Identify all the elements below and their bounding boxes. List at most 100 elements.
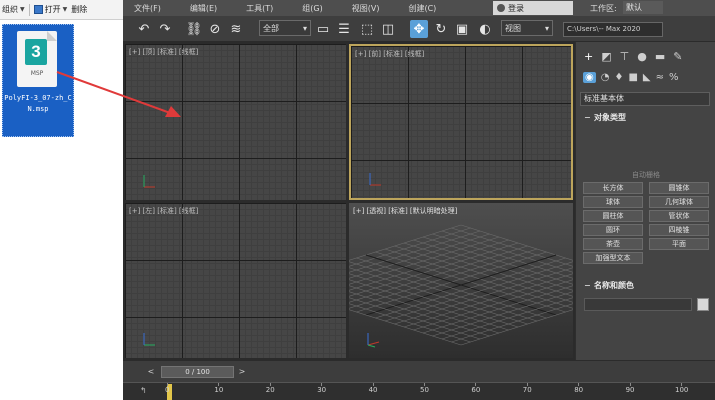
workspace-dropdown[interactable]: 默认: [623, 1, 663, 14]
signin-dropdown[interactable]: 登录: [493, 1, 573, 15]
primitive-buttons: 长方体 圆锥体 球体 几何球体 圆柱体 管状体 圆环 四棱锥 茶壶 平面 加强型…: [583, 182, 709, 264]
undo-icon[interactable]: ↶: [135, 20, 153, 38]
selection-filter-dropdown[interactable]: 全部 ▾: [259, 20, 311, 36]
max-window: 文件(F) 编辑(E) 工具(T) 组(G) 视图(V) 创建(C) 登录 工作…: [123, 0, 715, 400]
next-frame-icon[interactable]: >: [236, 366, 248, 378]
menu-file[interactable]: 文件(F): [134, 3, 161, 14]
select-by-name-icon[interactable]: ☰: [335, 20, 353, 38]
frame-tick: [526, 383, 528, 386]
object-color-swatch[interactable]: [697, 298, 709, 311]
frame-tick-label: 70: [522, 386, 532, 394]
workspace-label: 工作区:: [590, 4, 617, 13]
axis-gizmo-icon: [143, 175, 155, 188]
helpers-icon[interactable]: ◣: [643, 72, 651, 83]
scale-icon[interactable]: ▣: [453, 20, 471, 38]
move-icon[interactable]: ✥: [410, 20, 428, 38]
shapes-icon[interactable]: ◔: [601, 72, 610, 83]
viewport-left-label[interactable]: [+] [左] [标准] [线框]: [129, 206, 198, 216]
collapse-icon: −: [584, 281, 591, 290]
user-icon: [497, 4, 505, 12]
prev-frame-icon[interactable]: <: [145, 366, 157, 378]
unlink-icon[interactable]: ⊘: [206, 20, 224, 38]
rect-selection-region-icon[interactable]: ⬚: [358, 20, 376, 38]
plane-button[interactable]: 平面: [649, 238, 709, 250]
box-button[interactable]: 长方体: [583, 182, 643, 194]
explorer-toolbar: 组织 ▼ 打开 ▼ 删除: [0, 0, 123, 20]
selection-filter-value: 全部: [263, 23, 279, 33]
track-bar[interactable]: ↰ 0 10 20 30 40 50 60 70 80 90 100: [123, 382, 715, 400]
select-object-icon[interactable]: ▭: [314, 20, 332, 38]
menu-create[interactable]: 创建(C): [408, 3, 436, 14]
reference-coord-icon[interactable]: ◐: [476, 20, 494, 38]
time-slider[interactable]: 0 / 100: [161, 366, 234, 378]
teapot-button[interactable]: 茶壶: [583, 238, 643, 250]
geometry-icon[interactable]: ◉: [583, 71, 596, 83]
textplus-button[interactable]: 加强型文本: [583, 252, 643, 264]
systems-icon[interactable]: %: [669, 72, 679, 83]
spacewarps-icon[interactable]: ≈: [656, 72, 664, 83]
cylinder-button[interactable]: 圆柱体: [583, 210, 643, 222]
menu-edit[interactable]: 编辑(E): [190, 3, 217, 14]
utilities-tab-icon[interactable]: ✎: [673, 50, 682, 63]
window-crossing-icon[interactable]: ◫: [379, 20, 397, 38]
organize-button[interactable]: 组织 ▼: [2, 4, 25, 15]
viewport-top-label[interactable]: [+] [顶] [标准] [线框]: [129, 47, 198, 57]
menu-tools[interactable]: 工具(T): [246, 3, 273, 14]
perspective-grid: [349, 224, 573, 346]
frame-tick: [578, 383, 580, 386]
redo-icon[interactable]: ↷: [156, 20, 174, 38]
pyramid-button[interactable]: 四棱锥: [649, 224, 709, 236]
toolbar-divider: [28, 3, 30, 16]
menu-views[interactable]: 视图(V): [352, 3, 380, 14]
rotate-icon[interactable]: ↻: [432, 20, 450, 38]
frame-tick: [167, 383, 168, 386]
signin-label: 登录: [508, 3, 524, 13]
torus-button[interactable]: 圆环: [583, 224, 643, 236]
create-tab-icon[interactable]: +: [584, 50, 593, 63]
autogrid-checkbox[interactable]: 自动栅格: [576, 170, 715, 180]
project-path-field[interactable]: C:\Users\-- Max 2020: [563, 22, 663, 37]
frame-tick: [475, 383, 477, 386]
frame-tick: [629, 383, 631, 386]
primitive-category-dropdown[interactable]: 标准基本体: [580, 92, 710, 106]
delete-button[interactable]: 删除: [71, 4, 87, 15]
cameras-icon[interactable]: ■: [628, 72, 637, 83]
file-ext-label: MSP: [30, 70, 44, 77]
chevron-down-icon: ▾: [302, 23, 307, 33]
frame-tick: [681, 383, 682, 386]
bind-spacewarp-icon[interactable]: ≋: [227, 20, 245, 38]
object-type-rollout[interactable]: − 对象类型: [584, 112, 626, 123]
link-icon[interactable]: ⛓: [185, 20, 203, 38]
viewport-front[interactable]: [+] [前] [标准] [线框]: [349, 44, 573, 200]
viewport-area: [+] [顶] [标准] [线框] [+] [前] [标准] [线框] [+] …: [123, 42, 575, 360]
object-type-title: 对象类型: [594, 113, 626, 122]
msp-file-icon: 3 MSP: [17, 31, 57, 87]
name-color-rollout[interactable]: − 名称和颜色: [584, 280, 634, 291]
time-slider-bar: < 0 / 100 >: [123, 360, 715, 382]
frame-tick: [269, 383, 271, 386]
chevron-down-icon: ▾: [544, 23, 549, 33]
display-tab-icon[interactable]: ▬: [655, 50, 665, 63]
motion-tab-icon[interactable]: ●: [637, 50, 647, 63]
frame-tick-label: 20: [265, 386, 275, 394]
reference-coord-value: 视图: [505, 23, 521, 33]
hierarchy-tab-icon[interactable]: ⊤: [620, 50, 630, 63]
cone-button[interactable]: 圆锥体: [649, 182, 709, 194]
viewport-front-label[interactable]: [+] [前] [标准] [线框]: [355, 49, 424, 59]
geosphere-button[interactable]: 几何球体: [649, 196, 709, 208]
modify-tab-icon[interactable]: ◩: [601, 50, 611, 63]
viewport-left[interactable]: [+] [左] [标准] [线框]: [125, 203, 346, 358]
key-filter-icon[interactable]: ↰: [140, 386, 147, 395]
object-name-input[interactable]: [584, 298, 692, 311]
open-button[interactable]: 打开 ▼: [33, 4, 67, 15]
create-categories: ◉ ◔ ♦ ■ ◣ ≈ %: [580, 69, 712, 85]
viewport-perspective[interactable]: [+] [透视] [标准] [默认明暗处理]: [349, 203, 573, 358]
frame-tick-label: 30: [317, 386, 327, 394]
organize-label: 组织: [2, 5, 18, 14]
frame-tick-label: 0: [165, 386, 170, 394]
menu-group[interactable]: 组(G): [302, 3, 322, 14]
sphere-button[interactable]: 球体: [583, 196, 643, 208]
lights-icon[interactable]: ♦: [614, 72, 623, 83]
tube-button[interactable]: 管状体: [649, 210, 709, 222]
reference-coord-dropdown[interactable]: 视图 ▾: [501, 20, 553, 36]
